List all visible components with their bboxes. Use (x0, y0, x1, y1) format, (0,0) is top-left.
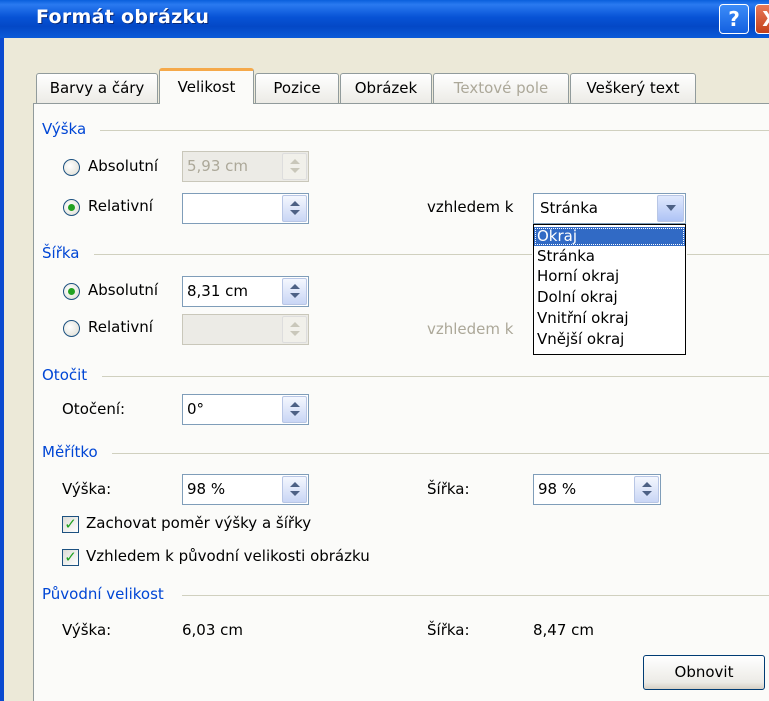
tab-textove-pole: Textové pole (433, 73, 569, 103)
dropdown-option-dolni-okraj[interactable]: Dolní okraj (534, 288, 685, 307)
tab-veskery-text[interactable]: Veškerý text (570, 73, 696, 103)
section-rotate-title: Otočit (42, 366, 88, 384)
width-absolute-input[interactable]: 8,31 cm (182, 276, 309, 307)
height-absolute-label: Absolutní (88, 157, 159, 175)
close-button[interactable]: X (755, 4, 769, 34)
height-relative-to-label: vzhledem k (427, 198, 514, 216)
scale-height-value: 98 % (187, 480, 226, 498)
scale-width-label: Šířka: (427, 480, 470, 498)
original-height-label: Výška: (62, 621, 112, 639)
height-relative-radio[interactable] (63, 199, 80, 216)
height-relative-to-value: Stránka (540, 199, 598, 217)
tab-barvy-a-cary[interactable]: Barvy a čáry (36, 73, 158, 103)
spinner-icon[interactable] (282, 278, 307, 305)
relative-to-dropdown-list: Okraj Stránka Horní okraj Dolní okraj Vn… (533, 224, 686, 355)
spinner-icon (282, 153, 307, 180)
divider (182, 595, 769, 596)
width-relative-input (182, 314, 309, 345)
width-relative-label: Relativní (88, 318, 153, 336)
spinner-icon[interactable] (634, 476, 659, 503)
original-height-value: 6,03 cm (182, 621, 244, 639)
original-width-label: Šířka: (427, 621, 470, 639)
close-icon: X (762, 7, 769, 31)
divider (687, 254, 769, 255)
spinner-icon (282, 316, 307, 343)
height-absolute-value: 5,93 cm (187, 157, 249, 175)
width-relative-to-label: vzhledem k (427, 320, 514, 338)
dropdown-option-vnejsi-okraj[interactable]: Vnější okraj (534, 330, 685, 349)
scale-height-input[interactable]: 98 % (182, 474, 309, 505)
height-relative-to-select[interactable]: Stránka (533, 193, 686, 224)
section-width-title: Šířka (42, 244, 80, 262)
lock-aspect-checkbox[interactable]: ✓ (62, 516, 79, 533)
dropdown-option-horni-okraj[interactable]: Horní okraj (534, 267, 685, 286)
divider (102, 376, 769, 377)
relative-original-label: Vzhledem k původní velikosti obrázku (86, 547, 370, 565)
width-absolute-value: 8,31 cm (187, 282, 249, 300)
divider (94, 254, 532, 255)
dropdown-option-stranka[interactable]: Stránka (534, 247, 685, 266)
original-width-value: 8,47 cm (533, 621, 595, 639)
height-relative-input[interactable] (182, 193, 309, 224)
height-absolute-input: 5,93 cm (182, 151, 309, 182)
help-icon: ? (728, 7, 740, 31)
window-border (0, 38, 4, 701)
dropdown-option-vnitrni-okraj[interactable]: Vnitřní okraj (534, 309, 685, 328)
lock-aspect-label: Zachovat poměr výšky a šířky (86, 514, 312, 532)
spinner-icon[interactable] (282, 195, 307, 222)
divider (112, 453, 769, 454)
scale-height-label: Výška: (62, 480, 112, 498)
scale-width-value: 98 % (538, 480, 577, 498)
width-absolute-radio[interactable] (63, 283, 80, 300)
height-absolute-radio[interactable] (63, 159, 80, 176)
rotation-value: 0° (187, 400, 205, 418)
relative-original-checkbox[interactable]: ✓ (62, 549, 79, 566)
spinner-icon[interactable] (282, 396, 307, 423)
rotation-label: Otočení: (62, 400, 126, 418)
divider (100, 130, 769, 131)
reset-button[interactable]: Obnovit (643, 655, 765, 690)
scale-width-input[interactable]: 98 % (533, 474, 661, 505)
chevron-down-icon[interactable] (657, 195, 684, 222)
width-relative-radio[interactable] (63, 320, 80, 337)
tab-pozice[interactable]: Pozice (255, 73, 339, 103)
help-button[interactable]: ? (719, 4, 749, 34)
title-bar: Formát obrázku ? X (0, 0, 769, 38)
section-scale-title: Měřítko (42, 443, 98, 461)
spinner-icon[interactable] (282, 476, 307, 503)
rotation-input[interactable]: 0° (182, 394, 309, 425)
height-relative-label: Relativní (88, 197, 153, 215)
tab-velikost[interactable]: Velikost (159, 68, 254, 104)
dropdown-option-okraj[interactable]: Okraj (534, 227, 685, 246)
tab-obrazek[interactable]: Obrázek (340, 73, 432, 103)
window-title: Formát obrázku (36, 6, 210, 28)
section-height-title: Výška (42, 120, 87, 138)
width-absolute-label: Absolutní (88, 281, 159, 299)
section-original-title: Původní velikost (42, 585, 164, 603)
